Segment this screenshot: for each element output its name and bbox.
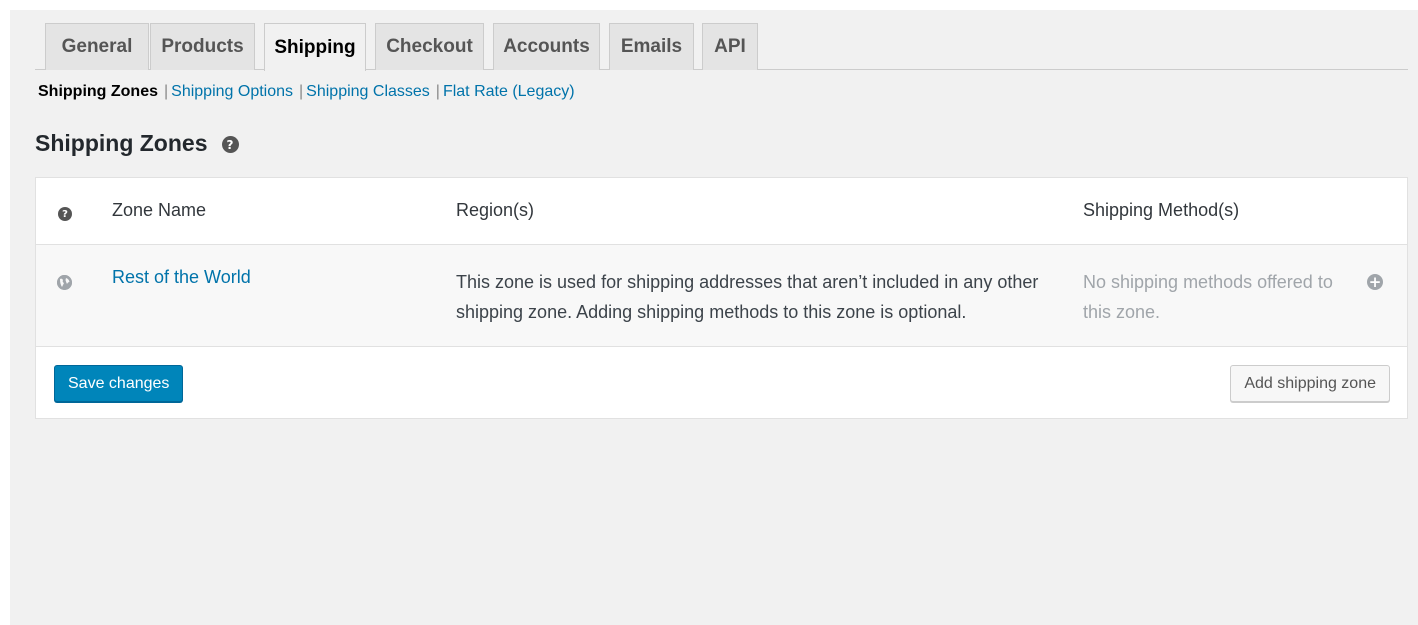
header-zone-name: Zone Name — [112, 200, 207, 220]
zone-shipping-methods: No shipping methods offered to this zone… — [1083, 272, 1333, 322]
subnav-separator: | — [164, 83, 169, 100]
table-row: Rest of the World This zone is used for … — [36, 245, 1407, 347]
save-changes-button[interactable]: Save changes — [54, 365, 184, 402]
subnav-shipping-classes[interactable]: Shipping Classes — [306, 83, 430, 100]
help-icon[interactable]: ? — [58, 207, 72, 221]
tab-general[interactable]: General — [45, 23, 149, 70]
subnav-separator: | — [299, 83, 304, 100]
subnav-shipping-zones: Shipping Zones — [38, 83, 158, 100]
settings-tabs: General Products Shipping Checkout Accou… — [35, 23, 1408, 71]
header-shipping-methods: Shipping Method(s) — [1083, 200, 1240, 220]
add-shipping-zone-button[interactable]: Add shipping zone — [1230, 365, 1390, 402]
tab-emails[interactable]: Emails — [609, 23, 694, 70]
tab-api[interactable]: API — [702, 23, 758, 70]
add-shipping-method-icon[interactable]: + — [1367, 274, 1383, 290]
tab-products[interactable]: Products — [150, 23, 255, 70]
subnav-flat-rate-legacy[interactable]: Flat Rate (Legacy) — [443, 83, 575, 100]
zone-regions: This zone is used for shipping addresses… — [456, 272, 1039, 322]
tab-shipping[interactable]: Shipping — [264, 23, 366, 71]
tab-accounts[interactable]: Accounts — [493, 23, 600, 70]
table-footer: Save changes Add shipping zone — [36, 347, 1407, 419]
shipping-subnav: Shipping Zones | Shipping Options | Shipping… — [38, 83, 575, 101]
page-heading: Shipping Zones ? — [35, 130, 239, 157]
header-regions: Region(s) — [456, 200, 535, 220]
subnav-separator: | — [435, 83, 440, 100]
shipping-zones-table: ? Zone Name Region(s) Shipping Method(s)… — [35, 177, 1408, 419]
page-title: Shipping Zones — [35, 130, 208, 156]
help-icon[interactable]: ? — [221, 136, 239, 153]
zone-name-link[interactable]: Rest of the World — [112, 267, 251, 288]
subnav-shipping-options[interactable]: Shipping Options — [171, 83, 293, 100]
tab-checkout[interactable]: Checkout — [375, 23, 484, 70]
globe-icon — [57, 275, 72, 290]
table-header: ? Zone Name Region(s) Shipping Method(s) — [36, 178, 1407, 245]
